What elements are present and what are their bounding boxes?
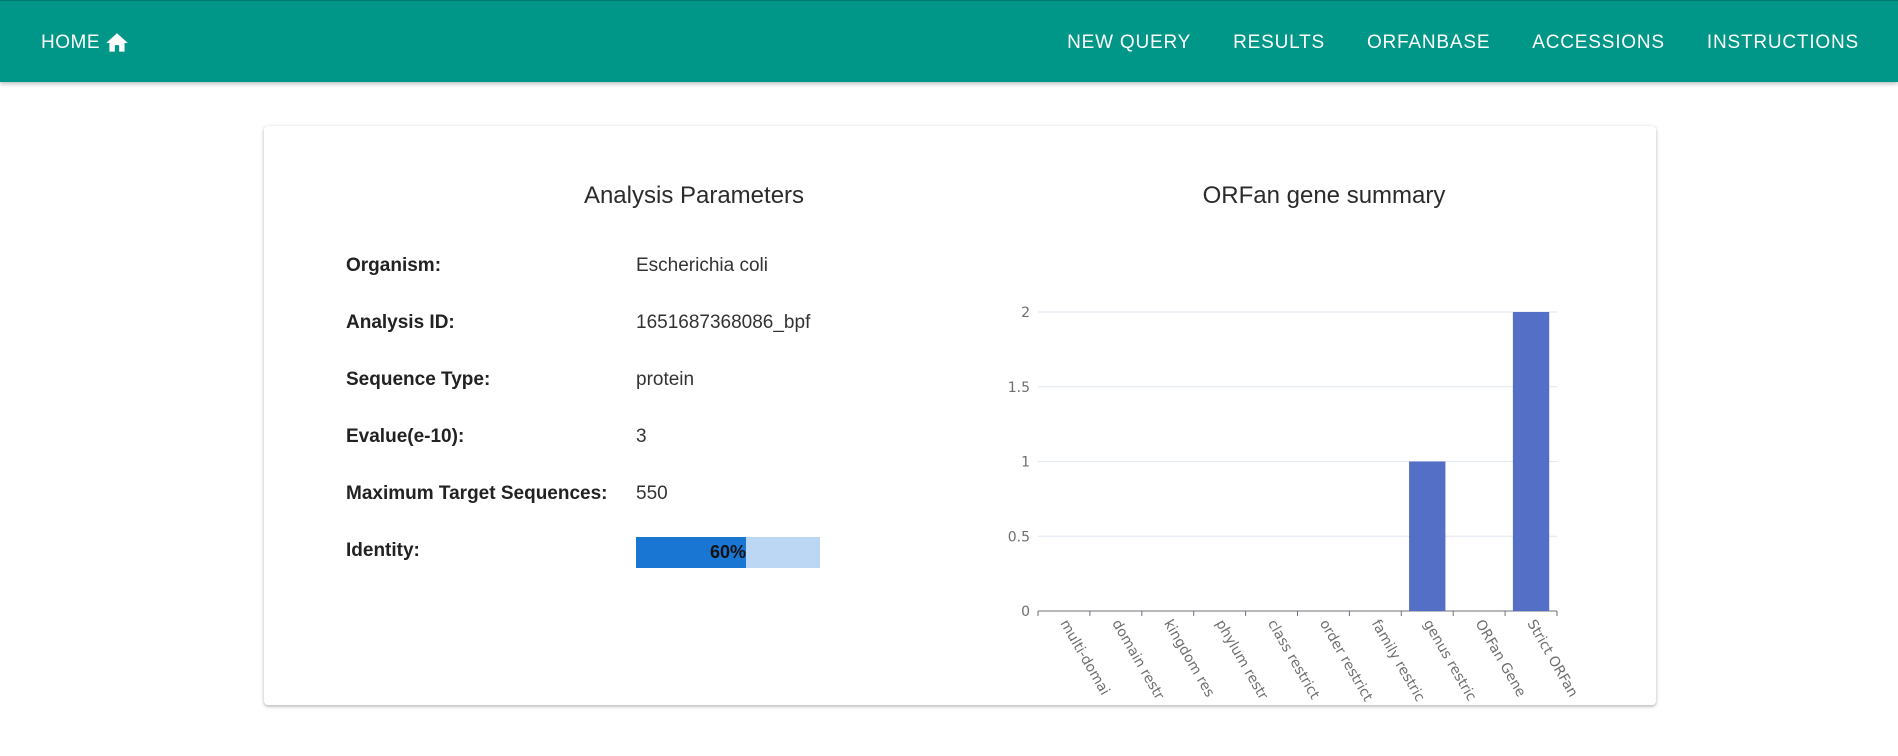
param-row-organism: Organism: Escherichia coli xyxy=(346,252,768,280)
bar xyxy=(1512,312,1550,611)
param-row-identity: Identity: xyxy=(346,537,636,565)
home-link[interactable]: HOME xyxy=(41,29,130,57)
x-tick-label: genus restric xyxy=(1420,617,1479,704)
param-row-analysis-id: Analysis ID: 1651687368086_bpf xyxy=(346,309,810,337)
nav-instructions[interactable]: INSTRUCTIONS xyxy=(1707,29,1859,57)
x-tick-label: phylum restr xyxy=(1212,617,1271,703)
results-card: Analysis Parameters ORFan gene summary O… xyxy=(264,126,1656,705)
x-tick-label: order restrict xyxy=(1316,617,1376,705)
y-tick-label: 0.5 xyxy=(1008,529,1030,545)
param-row-evalue: Evalue(e-10): 3 xyxy=(346,423,647,451)
top-navbar: HOME NEW QUERY RESULTS ORFANBASE ACCESSI… xyxy=(0,0,1898,82)
x-tick-label: domain restr xyxy=(1108,617,1167,703)
param-value: protein xyxy=(636,369,695,390)
bar xyxy=(1409,461,1446,611)
param-row-sequence-type: Sequence Type: protein xyxy=(346,366,694,394)
param-row-max-target: Maximum Target Sequences: 550 xyxy=(346,480,668,508)
nav-menu: NEW QUERY RESULTS ORFANBASE ACCESSIONS I… xyxy=(1067,29,1859,57)
param-value: 3 xyxy=(636,426,647,447)
nav-results[interactable]: RESULTS xyxy=(1233,29,1325,57)
y-tick-label: 1 xyxy=(1021,455,1030,471)
x-tick-label: class restrict xyxy=(1264,617,1323,702)
analysis-parameters-title: Analysis Parameters xyxy=(583,182,805,209)
x-tick-label: family restric xyxy=(1368,617,1428,705)
x-tick-label: kingdom res xyxy=(1160,617,1217,700)
y-tick-label: 1.5 xyxy=(1008,380,1030,396)
x-tick-label: Strict ORFan xyxy=(1524,617,1581,700)
param-label: Analysis ID: xyxy=(346,312,455,333)
param-label: Identity: xyxy=(346,540,420,561)
param-value: 1651687368086_bpf xyxy=(636,312,811,333)
nav-accessions[interactable]: ACCESSIONS xyxy=(1532,29,1665,57)
param-label: Organism: xyxy=(346,255,442,276)
param-value: Escherichia coli xyxy=(636,255,768,276)
nav-orfanbase[interactable]: ORFANBASE xyxy=(1367,29,1490,57)
home-icon xyxy=(106,33,128,52)
y-tick-label: 2 xyxy=(1021,305,1030,321)
identity-percent-label: 60% xyxy=(709,542,747,562)
orfan-summary-title: ORFan gene summary xyxy=(1202,182,1446,209)
x-tick-label: ORFan Gene xyxy=(1472,617,1529,700)
param-label: Maximum Target Sequences: xyxy=(346,483,608,504)
home-label: HOME xyxy=(41,32,100,53)
identity-progress-bar: 60% xyxy=(636,537,820,568)
orfan-bar-chart: 0 0.5 1 1.5 2 multi-domaidomain restrkingdom … xyxy=(1008,305,1581,705)
y-tick-label: 0 xyxy=(1021,604,1030,620)
nav-new-query[interactable]: NEW QUERY xyxy=(1067,29,1191,57)
param-label: Sequence Type: xyxy=(346,369,491,390)
param-label: Evalue(e-10): xyxy=(346,426,465,447)
param-value: 550 xyxy=(636,483,668,504)
x-tick-label: multi-domai xyxy=(1056,617,1112,698)
